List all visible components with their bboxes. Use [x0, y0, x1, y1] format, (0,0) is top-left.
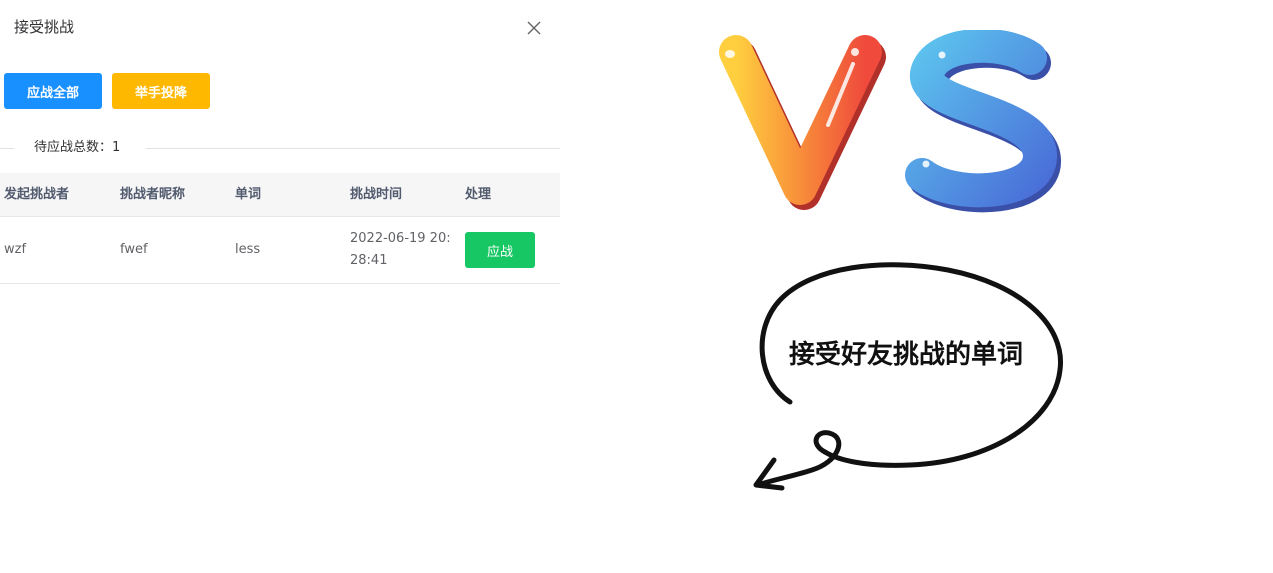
cell-challenger: wzf — [4, 242, 27, 257]
table-row: wzf fwef less 2022-06-19 20:28:41 应战 — [0, 217, 560, 284]
speech-bubble-icon — [753, 262, 1063, 491]
header-word: 单词 — [235, 187, 262, 202]
v-letter-icon — [719, 35, 886, 210]
bubble-text: 接受好友挑战的单词 — [789, 339, 1023, 370]
challenge-dialog: 接受挑战 应战全部 举手投降 待应战总数：1 发起挑战者 挑战者昵称 单词 挑战… — [0, 0, 560, 573]
dialog-title: 接受挑战 — [14, 18, 75, 36]
accept-all-button[interactable]: 应战全部 — [4, 73, 102, 109]
s-letter-icon — [905, 30, 1061, 213]
vs-illustration: 接受好友挑战的单词 — [719, 30, 1063, 491]
header-time: 挑战时间 — [350, 187, 403, 202]
surrender-button[interactable]: 举手投降 — [112, 73, 210, 109]
divider-line-right — [146, 148, 560, 149]
close-icon[interactable] — [524, 18, 544, 38]
header-action: 处理 — [465, 187, 492, 202]
header-challenger: 发起挑战者 — [4, 187, 70, 202]
header-nickname: 挑战者昵称 — [120, 187, 186, 202]
challenge-table: 发起挑战者 挑战者昵称 单词 挑战时间 处理 wzf fwef less 202… — [0, 173, 560, 284]
table-header: 发起挑战者 挑战者昵称 单词 挑战时间 处理 — [0, 173, 560, 217]
accept-challenge-button[interactable]: 应战 — [465, 232, 535, 268]
cell-time: 2022-06-19 20:28:41 — [350, 231, 451, 268]
cell-word: less — [235, 242, 261, 257]
cell-nickname: fwef — [120, 242, 148, 257]
divider-line-left — [0, 148, 14, 149]
pending-count-label: 待应战总数：1 — [34, 140, 121, 155]
